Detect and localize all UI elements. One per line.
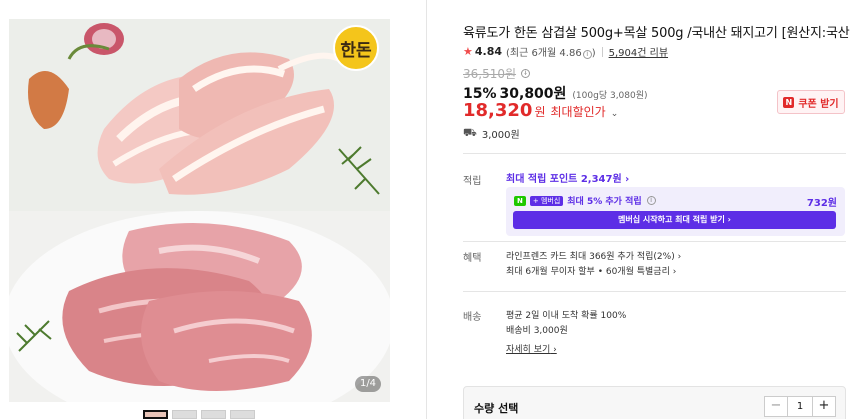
membership-start-button[interactable]: 멤버십 시작하고 최대 적립 받기 › <box>513 211 836 229</box>
section-divider <box>463 241 846 242</box>
recent-rating-close: ) <box>591 48 596 59</box>
installment-benefit-text: 최대 6개월 무이자 할부 • 60개월 특별금리 <box>506 267 670 277</box>
review-count-link[interactable]: 5,904건 리뷰 <box>609 44 668 59</box>
increase-quantity-button[interactable]: + <box>812 397 835 416</box>
quantity-stepper: − 1 + <box>764 396 836 417</box>
product-title: 육류도가 한돈 삼겹살 500g+목살 500g /국내산 돼지고기 [원산지:… <box>463 26 850 41</box>
original-price: 36,510원 i <box>463 65 531 82</box>
brand-logo: 한돈 <box>333 25 379 71</box>
chevron-right-icon: › <box>625 174 630 185</box>
price-info-icon[interactable]: i <box>521 69 531 78</box>
max-discount-row[interactable]: 18,320 원 최대할인가 ⌄ <box>463 100 618 121</box>
max-discount-won: 원 <box>534 105 546 119</box>
thumbnail-3[interactable] <box>201 410 226 419</box>
max-discount-price: 18,320 <box>463 100 533 121</box>
original-price-text: 36,510원 <box>463 67 517 81</box>
benefits-label: 혜택 <box>463 253 482 264</box>
info-icon[interactable]: i <box>582 50 592 59</box>
star-icon: ★ <box>463 45 473 58</box>
membership-info-icon[interactable]: i <box>646 196 656 205</box>
membership-amount: 732원 <box>806 198 837 209</box>
membership-badge: + 멤버십 <box>529 195 564 206</box>
max-points-link[interactable]: 최대 적립 포인트 2,347원 › <box>506 170 629 185</box>
thumbnail-strip <box>143 410 255 419</box>
points-label: 적립 <box>463 176 482 187</box>
naver-n-badge: N <box>514 195 526 206</box>
coupon-icon: N <box>783 96 795 108</box>
product-gallery: 한돈 1/4 <box>0 0 427 419</box>
shipping-fee: 3,000원 <box>481 130 520 141</box>
delivery-detail-text: 자세히 보기 <box>506 345 551 355</box>
brand-logo-text: 한돈 <box>340 40 372 61</box>
installment-benefit-link[interactable]: 최대 6개월 무이자 할부 • 60개월 특별금리 › <box>506 264 676 277</box>
recent-rating-text: (최근 6개월 4.86 <box>506 48 582 59</box>
rating-value: 4.84 <box>474 45 503 58</box>
chevron-down-icon[interactable]: ⌄ <box>611 109 619 119</box>
rating-row: ★ 4.84 (최근 6개월 4.86 i) 5,904건 리뷰 <box>463 44 668 59</box>
quantity-value[interactable]: 1 <box>788 397 812 416</box>
product-image-pork-neck[interactable] <box>9 211 390 402</box>
divider <box>601 46 603 57</box>
thumbnail-1[interactable] <box>143 410 168 419</box>
max-points-text: 최대 적립 포인트 2,347원 <box>506 174 622 185</box>
max-discount-label: 최대할인가 <box>550 105 606 119</box>
delivery-detail-link[interactable]: 자세히 보기 › <box>506 342 557 355</box>
membership-extra-text: 최대 5% 추가 적립 <box>567 197 642 207</box>
recent-rating: (최근 6개월 4.86 i) <box>506 44 596 59</box>
truck-icon: ⛟ <box>463 126 477 139</box>
product-info-panel: 육류도가 한돈 삼겹살 500g+목살 500g /국내산 돼지고기 [원산지:… <box>463 0 850 419</box>
card-benefit-link[interactable]: 라인프렌즈 카드 최대 366원 추가 적립(2%) › <box>506 249 681 262</box>
section-divider <box>463 153 846 154</box>
quantity-selector: 수량 선택 − 1 + <box>463 386 846 419</box>
delivery-label: 배송 <box>463 312 482 323</box>
decrease-quantity-button[interactable]: − <box>765 397 788 416</box>
section-divider <box>463 291 846 292</box>
quantity-label: 수량 선택 <box>474 402 519 415</box>
membership-start-label: 멤버십 시작하고 최대 적립 받기 <box>618 215 725 224</box>
thumbnail-4[interactable] <box>230 410 255 419</box>
membership-line: N + 멤버십 최대 5% 추가 적립 i <box>514 194 656 207</box>
naverpay-membership-box: N + 멤버십 최대 5% 추가 적립 i 732원 멤버십 시작하고 최대 적… <box>506 187 845 236</box>
product-page: 한돈 1/4 육류도가 한돈 삼겹살 500g+목살 500g /국내산 돼지고… <box>0 0 850 419</box>
delivery-arrival-rate: 평균 2일 이내 도착 확률 100% <box>506 311 627 321</box>
delivery-fee: 배송비 3,000원 <box>506 326 568 336</box>
card-benefit-text: 라인프렌즈 카드 최대 366원 추가 적립(2%) <box>506 252 675 262</box>
thumbnail-2[interactable] <box>172 410 197 419</box>
image-counter: 1/4 <box>355 376 381 392</box>
coupon-button-label: 쿠폰 받기 <box>798 98 839 110</box>
shipping-fee-row: ⛟ 3,000원 <box>463 126 520 141</box>
coupon-button[interactable]: N 쿠폰 받기 <box>777 90 845 114</box>
